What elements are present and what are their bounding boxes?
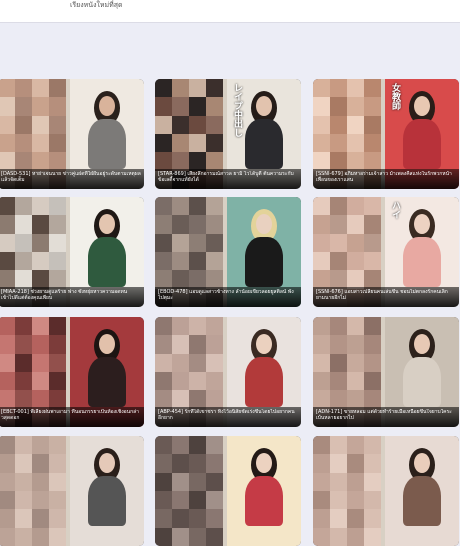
model-face: [99, 214, 115, 234]
cover-front-image: [70, 436, 144, 546]
cover-back-image: [155, 436, 223, 546]
video-card[interactable]: 女教師 [SSNI-679] อภิมหาอร่ามเจ้าสาว ม้าเพลง…: [313, 79, 459, 189]
model-body: [88, 237, 126, 287]
video-card[interactable]: [ABP-454] รักที่ได้เขาชรา ทิ้งไว้อนิสัยช…: [155, 317, 301, 427]
video-card[interactable]: [EBOD-478] แอบดูแลสาวข้างทาง ลำน้อยเขียว…: [155, 197, 301, 307]
model-figure: [227, 436, 301, 546]
video-title[interactable]: [ADN-171] ขายหลอม แต่ด้วยทำร้ายเมื่อเหนื…: [316, 409, 456, 421]
model-body: [245, 119, 283, 169]
model-face: [414, 96, 430, 116]
video-card[interactable]: [MIAA-218] ช่วงยามดูแลร้าย ฟาง ซั่งหยุ่ย…: [0, 197, 144, 307]
video-grid: [DASD-531] หาย่าเจนนาย ข่าวคู่แฝดที่ใฝ่ฝ…: [0, 0, 460, 546]
model-body: [403, 476, 441, 526]
cover-front-image: [227, 436, 301, 546]
video-title[interactable]: [DASD-531] หาย่าเจนนาย ข่าวคู่แฝดที่ใฝ่ฝ…: [1, 171, 141, 183]
cover-title-text: レイプ中出し: [232, 83, 242, 137]
title-overlay: [SSNI-679] อภิมหาอร่ามเจ้าสาว ม้าเพลงคีส…: [313, 169, 459, 189]
cover-front-image: [385, 436, 459, 546]
video-title[interactable]: [SSNI-679] อภิมหาอร่ามเจ้าสาว ม้าเพลงคีส…: [316, 171, 456, 183]
model-face: [414, 214, 430, 234]
mosaic-censor: [155, 436, 223, 546]
cover-title-text: 女教師: [390, 83, 400, 110]
cover-back-image: [313, 436, 381, 546]
title-overlay: [ADN-171] ขายหลอม แต่ด้วยทำร้ายเมื่อเหนื…: [313, 407, 459, 427]
title-overlay: [MIAA-218] ช่วงยามดูแลร้าย ฟาง ซั่งหยุ่ย…: [0, 287, 144, 307]
model-body: [88, 357, 126, 407]
title-overlay: [EBOD-478] แอบดูแลสาวข้างทาง ลำน้อยเขียว…: [155, 287, 301, 307]
video-card[interactable]: [DASD-531] หาย่าเจนนาย ข่าวคู่แฝดที่ใฝ่ฝ…: [0, 79, 144, 189]
model-face: [256, 214, 272, 234]
video-card[interactable]: ハイ [SSNI-676] แอบสาวเปลี่ยนคนเล่นขึ้น ชอน…: [313, 197, 459, 307]
title-overlay: [EBCT-001] พี่เลี้ยงฝนพาเอามา ที่นอนภรรย…: [0, 407, 144, 427]
model-body: [403, 119, 441, 169]
model-face: [256, 334, 272, 354]
model-figure: [70, 436, 144, 546]
cover-title-text: ハイ: [390, 201, 400, 219]
video-title[interactable]: [ABP-454] รักที่ได้เขาชรา ทิ้งไว้อนิสัยช…: [158, 409, 298, 421]
model-face: [99, 96, 115, 116]
title-overlay: [SSNI-676] แอบสาวเปลี่ยนคนเล่นขึ้น ชอนไม…: [313, 287, 459, 307]
title-overlay: [DASD-531] หาย่าเจนนาย ข่าวคู่แฝดที่ใฝ่ฝ…: [0, 169, 144, 189]
model-face: [256, 453, 272, 473]
video-card[interactable]: [313, 436, 459, 546]
model-face: [99, 334, 115, 354]
model-body: [403, 237, 441, 287]
model-body: [88, 119, 126, 169]
video-title[interactable]: [EBOD-478] แอบดูแลสาวข้างทาง ลำน้อยเขียว…: [158, 289, 298, 301]
video-card[interactable]: [0, 436, 144, 546]
model-body: [88, 476, 126, 526]
model-face: [414, 334, 430, 354]
video-title[interactable]: [EBCT-001] พี่เลี้ยงฝนพาเอามา ที่นอนภรรย…: [1, 409, 141, 421]
video-card[interactable]: [155, 436, 301, 546]
video-thumbnail[interactable]: [313, 436, 459, 546]
video-title[interactable]: [SSNI-676] แอบสาวเปลี่ยนคนเล่นขึ้น ชอนไม…: [316, 289, 456, 301]
video-title[interactable]: [STAR-869] เสียงลึกอารมณ์สาวล ยามิ ไวโด้…: [158, 171, 298, 183]
model-body: [403, 357, 441, 407]
mosaic-censor: [0, 436, 66, 546]
title-overlay: [STAR-869] เสียงลึกอารมณ์สาวล ยามิ ไวโด้…: [155, 169, 301, 189]
video-card[interactable]: [ADN-171] ขายหลอม แต่ด้วยทำร้ายเมื่อเหนื…: [313, 317, 459, 427]
model-body: [245, 476, 283, 526]
model-face: [256, 96, 272, 116]
video-thumbnail[interactable]: [155, 436, 301, 546]
video-card[interactable]: [EBCT-001] พี่เลี้ยงฝนพาเอามา ที่นอนภรรย…: [0, 317, 144, 427]
model-figure: [385, 436, 459, 546]
cover-back-image: [0, 436, 66, 546]
model-body: [245, 237, 283, 287]
title-overlay: [ABP-454] รักที่ได้เขาชรา ทิ้งไว้อนิสัยช…: [155, 407, 301, 427]
video-thumbnail[interactable]: [0, 436, 144, 546]
model-face: [99, 453, 115, 473]
video-title[interactable]: [MIAA-218] ช่วงยามดูแลร้าย ฟาง ซั่งหยุ่ย…: [1, 289, 141, 301]
mosaic-censor: [313, 436, 381, 546]
video-card[interactable]: レイプ中出し [STAR-869] เสียงลึกอารมณ์สาวล ยามิ…: [155, 79, 301, 189]
model-body: [245, 357, 283, 407]
model-face: [414, 453, 430, 473]
